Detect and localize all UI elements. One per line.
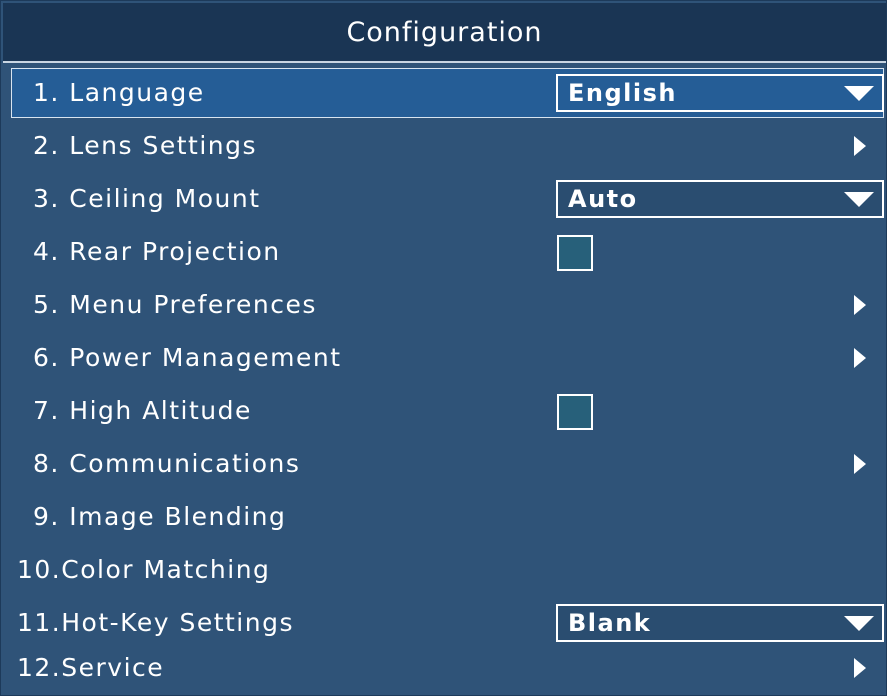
menu-item-high-altitude[interactable]: 7. High Altitude xyxy=(11,386,884,436)
menu-item-label: 7. High Altitude xyxy=(33,396,252,425)
dropdown-value: Blank xyxy=(568,609,652,637)
menu-item-image-blending[interactable]: 9. Image Blending xyxy=(11,492,884,542)
title-divider xyxy=(3,61,886,63)
menu-item-communications[interactable]: 8. Communications xyxy=(11,439,884,489)
caret-down-icon xyxy=(844,192,874,207)
chevron-right-icon xyxy=(854,658,866,678)
menu-item-label: 8. Communications xyxy=(33,449,301,478)
ceiling-mount-dropdown[interactable]: Auto xyxy=(556,180,884,218)
menu-item-color-matching[interactable]: 10.Color Matching xyxy=(11,545,884,595)
menu-item-label: 12.Service xyxy=(17,653,165,682)
rear-projection-checkbox[interactable] xyxy=(557,235,593,271)
menu-item-label: 11.Hot-Key Settings xyxy=(17,608,294,637)
menu-item-power-management[interactable]: 6. Power Management xyxy=(11,333,884,383)
chevron-right-icon xyxy=(854,136,866,156)
dropdown-value: Auto xyxy=(568,185,638,213)
menu-item-label: 4. Rear Projection xyxy=(33,237,281,266)
chevron-right-icon xyxy=(854,454,866,474)
menu-item-service[interactable]: 12.Service xyxy=(11,643,884,693)
chevron-right-icon xyxy=(854,295,866,315)
menu-title: Configuration xyxy=(3,3,886,61)
menu-item-menu-preferences[interactable]: 5. Menu Preferences xyxy=(11,280,884,330)
hot-key-dropdown[interactable]: Blank xyxy=(556,604,884,642)
caret-down-icon xyxy=(844,86,874,101)
menu-item-label: 10.Color Matching xyxy=(17,555,271,584)
menu-item-label: 2. Lens Settings xyxy=(33,131,258,160)
configuration-menu: Configuration 1. Language English 2. Len… xyxy=(0,0,887,696)
chevron-right-icon xyxy=(854,348,866,368)
menu-item-language[interactable]: 1. Language English xyxy=(11,68,884,118)
menu-item-label: 5. Menu Preferences xyxy=(33,290,317,319)
menu-item-label: 9. Image Blending xyxy=(33,502,287,531)
menu-item-label: 1. Language xyxy=(33,78,205,107)
language-dropdown[interactable]: English xyxy=(556,74,884,112)
caret-down-icon xyxy=(844,616,874,631)
menu-item-label: 6. Power Management xyxy=(33,343,342,372)
menu-item-label: 3. Ceiling Mount xyxy=(33,184,261,213)
menu-item-lens-settings[interactable]: 2. Lens Settings xyxy=(11,121,884,171)
menu-item-hot-key-settings[interactable]: 11.Hot-Key Settings Blank xyxy=(11,598,884,648)
menu-item-ceiling-mount[interactable]: 3. Ceiling Mount Auto xyxy=(11,174,884,224)
dropdown-value: English xyxy=(568,79,677,107)
high-altitude-checkbox[interactable] xyxy=(557,394,593,430)
menu-item-rear-projection[interactable]: 4. Rear Projection xyxy=(11,227,884,277)
